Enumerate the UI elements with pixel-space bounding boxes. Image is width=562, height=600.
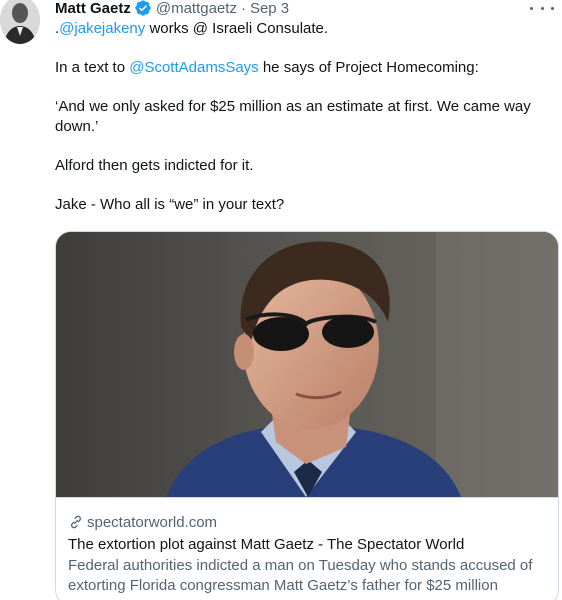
tweet-line-3: ‘And we only asked for $25 million as an… [55, 98, 531, 135]
author-display-name[interactable]: Matt Gaetz [55, 0, 131, 17]
card-title[interactable]: The extortion plot against Matt Gaetz - … [68, 535, 552, 555]
tweet-line-1: .@jakejakeny works @ Israeli Consulate. [55, 19, 555, 39]
card-domain-row: spectatorworld.com [68, 512, 552, 532]
tweet[interactable]: Matt Gaetz @mattgaetz · Sep 3 .@jakejake… [0, 0, 562, 600]
tweet-line-5: Jake - Who all is “we” in your text? [55, 196, 285, 213]
link-icon [68, 514, 84, 530]
card-body[interactable]: spectatorworld.com The extortion plot ag… [68, 512, 552, 596]
link-card[interactable]: spectatorworld.com The extortion plot ag… [55, 231, 559, 600]
separator-dot: · [240, 0, 246, 17]
tweet-date[interactable]: Sep 3 [250, 0, 289, 17]
card-domain: spectatorworld.com [87, 513, 218, 531]
card-image[interactable] [56, 232, 558, 497]
avatar[interactable] [0, 0, 40, 44]
tweet-text: .@jakejakeny works @ Israeli Consulate. … [55, 19, 555, 215]
verified-badge-icon [134, 0, 152, 17]
tweet-line-4: Alford then gets indicted for it. [55, 157, 254, 174]
line2-suffix: he says of Project Homecoming: [258, 59, 479, 76]
line2-prefix: In a text to [55, 59, 130, 76]
tweet-header: Matt Gaetz @mattgaetz · Sep 3 [55, 0, 289, 18]
card-description: Federal authorities indicted a man on Tu… [68, 557, 533, 594]
author-handle[interactable]: @mattgaetz [156, 0, 237, 17]
tweet-line-2: In a text to @ScottAdamsSays he says of … [55, 58, 555, 78]
card-divider [56, 497, 558, 498]
mention-jakejakeny[interactable]: @jakejakeny [59, 20, 145, 37]
line1-suffix: works @ Israeli Consulate. [145, 20, 329, 37]
mention-scottadamssays[interactable]: @ScottAdamsSays [129, 59, 258, 76]
more-horizontal-icon[interactable] [530, 0, 554, 16]
